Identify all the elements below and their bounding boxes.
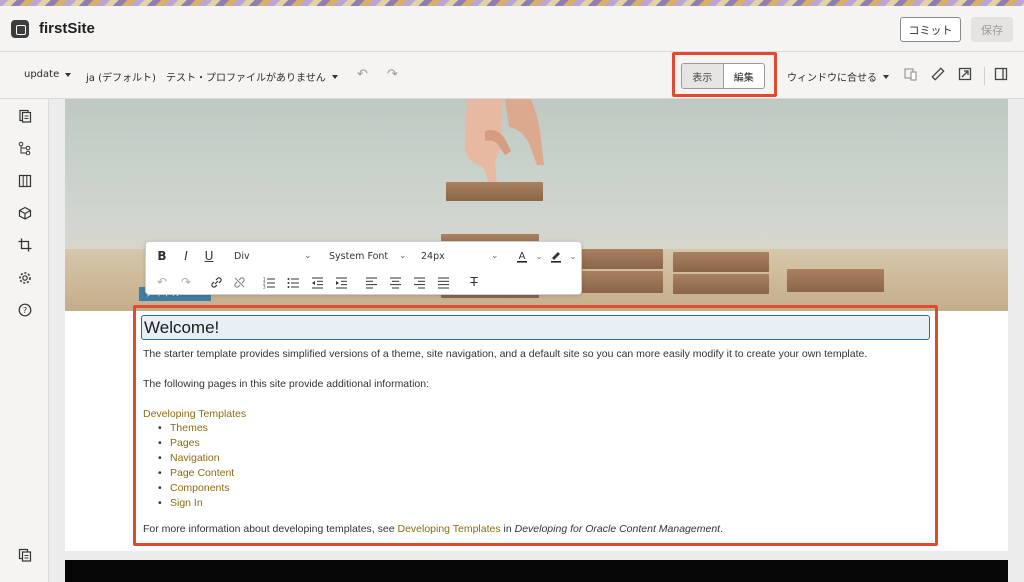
chevron-down-icon xyxy=(331,74,338,79)
language-label: ja (デフォルト) xyxy=(86,73,156,84)
block-format-select[interactable]: Div ⌄ xyxy=(234,251,314,262)
align-center-icon[interactable] xyxy=(387,274,403,290)
hand-illustration xyxy=(464,99,544,187)
rich-text-toolbar: B I U Div ⌄ System Font ⌄ 24px ⌄ A ⌄ ⌄ ↶… xyxy=(145,241,582,295)
clear-formatting-button[interactable]: T xyxy=(466,274,482,290)
undo-icon[interactable]: ↶ xyxy=(154,274,170,290)
language-selector[interactable]: ja (デフォルト) xyxy=(86,69,156,84)
bullet-list-icon[interactable] xyxy=(285,274,301,290)
help-icon[interactable]: ? xyxy=(16,301,34,319)
title-bar: firstSite コミット 保存 xyxy=(0,6,1024,52)
chevron-down-icon xyxy=(65,72,72,77)
update-dropdown[interactable]: update xyxy=(24,69,72,80)
footer-prefix: For more information about developing te… xyxy=(143,523,398,535)
site-structure-icon[interactable] xyxy=(16,139,34,157)
font-family-select[interactable]: System Font ⌄ xyxy=(329,251,409,262)
device-preview-icon[interactable] xyxy=(903,66,919,82)
footer-paragraph: For more information about developing te… xyxy=(143,523,723,535)
fit-window-label: ウィンドウに合せる xyxy=(787,73,877,84)
unlink-icon[interactable] xyxy=(231,274,247,290)
site-title: firstSite xyxy=(39,20,95,37)
wood-block xyxy=(673,252,769,272)
update-label: update xyxy=(24,69,60,80)
block-format-value: Div xyxy=(234,251,250,262)
save-button[interactable]: 保存 xyxy=(971,17,1013,42)
pages-intro-paragraph: The following pages in this site provide… xyxy=(143,378,429,390)
link-icon[interactable] xyxy=(208,274,224,290)
toolbar-divider xyxy=(984,67,985,85)
chevron-down-icon: ⌄ xyxy=(304,251,312,261)
chevron-down-icon[interactable]: ⌄ xyxy=(531,248,547,264)
chevron-down-icon[interactable]: ⌄ xyxy=(565,248,581,264)
list-item[interactable]: Navigation xyxy=(158,451,234,466)
text-color-icon[interactable]: A xyxy=(514,248,530,264)
left-sidebar: ? xyxy=(0,99,49,582)
chevron-down-icon xyxy=(883,74,889,79)
align-left-icon[interactable] xyxy=(363,274,379,290)
underline-button[interactable]: U xyxy=(201,248,217,264)
heading-edit-box[interactable] xyxy=(141,315,930,340)
components-cube-icon[interactable] xyxy=(16,204,34,222)
view-edit-highlight-box xyxy=(672,52,777,97)
page-footer-band xyxy=(65,560,1008,582)
pages-icon[interactable] xyxy=(16,107,34,125)
copy-pages-icon[interactable] xyxy=(16,546,34,564)
italic-button[interactable]: I xyxy=(178,248,194,264)
fit-window-dropdown[interactable]: ウィンドウに合せる xyxy=(787,69,889,84)
content-highlight-box xyxy=(133,305,938,546)
font-size-value: 24px xyxy=(421,251,445,262)
list-item[interactable]: Sign In xyxy=(158,496,234,511)
undo-icon[interactable]: ↶ xyxy=(357,67,368,82)
developing-templates-link[interactable]: Developing Templates xyxy=(143,408,246,420)
site-logo-icon xyxy=(11,20,29,38)
svg-text:A: A xyxy=(519,251,526,262)
wood-block xyxy=(673,274,769,294)
list-item[interactable]: Themes xyxy=(158,421,234,436)
page-heading[interactable]: Welcome! xyxy=(144,318,219,338)
highlight-color-icon[interactable] xyxy=(548,248,564,264)
site-editor-toolbar: update ja (デフォルト) テスト・プロファイルがありません ↶ ↷ 表… xyxy=(0,53,1024,99)
rte-row-formatting: B I U Div ⌄ System Font ⌄ 24px ⌄ A ⌄ ⌄ xyxy=(146,243,583,269)
redo-icon[interactable]: ↷ xyxy=(387,67,398,82)
footer-mid: in xyxy=(500,523,515,535)
font-size-select[interactable]: 24px ⌄ xyxy=(421,251,501,262)
list-item[interactable]: Pages xyxy=(158,436,234,451)
settings-gear-icon[interactable] xyxy=(16,269,34,287)
chevron-down-icon: ⌄ xyxy=(491,251,499,261)
align-right-icon[interactable] xyxy=(411,274,427,290)
redo-icon[interactable]: ↷ xyxy=(178,274,194,290)
align-justify-icon[interactable] xyxy=(435,274,451,290)
rte-row-paragraph: ↶ ↷ 123 T xyxy=(146,269,583,295)
outdent-icon[interactable] xyxy=(309,274,325,290)
svg-text:3: 3 xyxy=(263,284,266,289)
side-panel-toggle-icon[interactable] xyxy=(993,66,1009,82)
pages-list: Themes Pages Navigation Page Content Com… xyxy=(158,421,234,511)
svg-text:?: ? xyxy=(23,306,27,315)
crop-icon[interactable] xyxy=(16,236,34,254)
footer-book-title: Developing for Oracle Content Management xyxy=(514,523,721,535)
wood-block xyxy=(787,269,884,292)
open-external-icon[interactable] xyxy=(957,66,973,82)
intro-paragraph: The starter template provides simplified… xyxy=(143,348,868,360)
ruler-icon[interactable] xyxy=(930,66,946,82)
font-family-value: System Font xyxy=(329,251,389,262)
commit-button[interactable]: コミット xyxy=(900,17,961,42)
footer-end: . xyxy=(720,523,723,535)
profile-label: テスト・プロファイルがありません xyxy=(166,73,326,84)
footer-developing-templates-link[interactable]: Developing Templates xyxy=(397,523,500,535)
bold-button[interactable]: B xyxy=(154,248,170,264)
list-item[interactable]: Page Content xyxy=(158,466,234,481)
list-item[interactable]: Components xyxy=(158,481,234,496)
profile-dropdown[interactable]: テスト・プロファイルがありません xyxy=(166,69,338,84)
numbered-list-icon[interactable]: 123 xyxy=(261,274,277,290)
indent-icon[interactable] xyxy=(333,274,349,290)
chevron-down-icon: ⌄ xyxy=(399,251,407,261)
layout-columns-icon[interactable] xyxy=(16,172,34,190)
wood-block xyxy=(446,182,543,201)
